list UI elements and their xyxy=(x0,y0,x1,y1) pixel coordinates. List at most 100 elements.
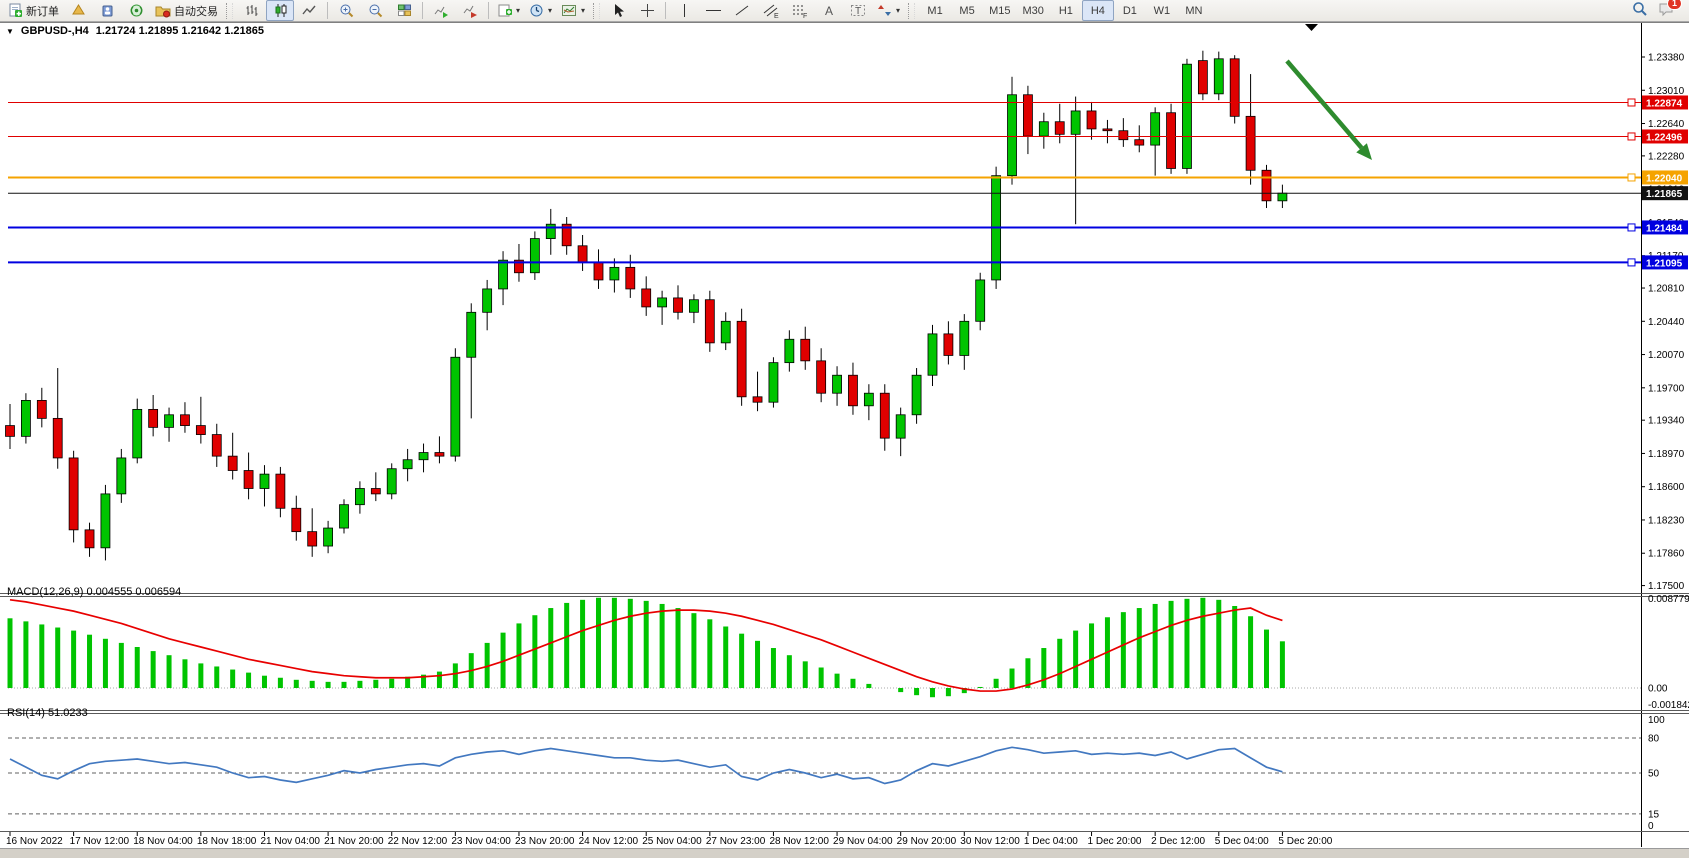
macd-axis-label: -0.001842 xyxy=(1648,700,1689,711)
macd-histogram-bar xyxy=(771,648,776,688)
trendline-button[interactable] xyxy=(728,0,756,21)
macd-histogram-bar xyxy=(389,679,394,688)
arrows-button[interactable]: ▾ xyxy=(873,0,904,21)
candle-body xyxy=(1262,170,1271,201)
trend-arrow[interactable] xyxy=(1287,61,1362,148)
chart-shift-button[interactable] xyxy=(456,0,484,21)
zoom-out-button[interactable] xyxy=(361,0,389,21)
text-button[interactable]: A xyxy=(815,0,843,21)
macd-histogram-bar xyxy=(1264,630,1269,688)
macd-histogram-bar xyxy=(819,667,824,688)
candle-body xyxy=(801,339,810,361)
time-label: 18 Nov 18:00 xyxy=(197,836,257,847)
timeframe-h4-button[interactable]: H4 xyxy=(1082,0,1114,21)
candle-body xyxy=(737,321,746,397)
line-handle[interactable] xyxy=(1628,99,1635,106)
candle-body xyxy=(451,357,460,456)
tile-windows-button[interactable] xyxy=(390,0,418,21)
zoom-in-button[interactable] xyxy=(332,0,360,21)
candle-body xyxy=(165,415,174,428)
line-handle[interactable] xyxy=(1628,259,1635,266)
auto-scroll-icon xyxy=(434,3,449,18)
candle-body xyxy=(371,488,380,493)
candle-body xyxy=(499,260,508,289)
macd-histogram-bar xyxy=(8,618,13,688)
bar-chart-button[interactable] xyxy=(237,0,265,21)
chart-shift-icon xyxy=(463,3,478,18)
indicators-button[interactable]: ▾ xyxy=(493,0,524,21)
timeframe-mn-button[interactable]: MN xyxy=(1178,0,1210,21)
vertical-line-button[interactable] xyxy=(670,0,698,21)
macd-histogram-bar xyxy=(564,603,569,688)
text-label-button[interactable]: T xyxy=(844,0,872,21)
candle-body xyxy=(435,453,444,457)
candle-body xyxy=(419,453,428,460)
auto-scroll-button[interactable] xyxy=(427,0,455,21)
macd-histogram-bar xyxy=(1169,601,1174,688)
macd-axis-label: 0.00 xyxy=(1648,684,1668,695)
macd-histogram-bar xyxy=(1073,631,1078,688)
periods-button[interactable]: ▾ xyxy=(525,0,556,21)
macd-histogram-bar xyxy=(612,598,617,688)
search-icon[interactable] xyxy=(1632,1,1648,20)
macd-histogram-bar xyxy=(103,639,108,688)
rsi-axis-label: 15 xyxy=(1648,809,1660,820)
candle-body xyxy=(467,312,476,357)
new-order-button[interactable]: 新订单 xyxy=(4,0,63,21)
timeframe-m1-button[interactable]: M1 xyxy=(919,0,951,21)
chart-canvas[interactable]: 1.233801.230101.226401.222801.219101.215… xyxy=(0,22,1689,858)
price-tick-label: 1.20810 xyxy=(1648,284,1685,295)
macd-histogram-bar xyxy=(342,682,347,688)
chat-button[interactable]: 1 xyxy=(1658,1,1675,20)
templates-button[interactable]: ▾ xyxy=(557,0,589,21)
line-handle[interactable] xyxy=(1628,174,1635,181)
macd-histogram-bar xyxy=(914,688,919,695)
candle-body xyxy=(658,298,667,307)
macd-histogram-bar xyxy=(373,680,378,688)
fibonacci-button[interactable]: F xyxy=(786,0,814,21)
timeframe-d1-button[interactable]: D1 xyxy=(1114,0,1146,21)
profiles-button[interactable] xyxy=(93,0,121,21)
line-handle[interactable] xyxy=(1628,224,1635,231)
signals-button[interactable] xyxy=(122,0,150,21)
candle-body xyxy=(944,334,953,356)
gold-button[interactable] xyxy=(64,0,92,21)
timeframe-w1-button[interactable]: W1 xyxy=(1146,0,1178,21)
line-chart-button[interactable] xyxy=(295,0,323,21)
macd-axis-label: 0.008779 xyxy=(1648,594,1689,605)
candle-body xyxy=(1023,95,1032,136)
timeframe-m30-button[interactable]: M30 xyxy=(1016,0,1049,21)
cursor-button[interactable] xyxy=(604,0,632,21)
collapse-arrow-icon[interactable]: ▼ xyxy=(6,27,14,36)
time-label: 30 Nov 12:00 xyxy=(960,836,1020,847)
channel-icon: E xyxy=(763,3,780,19)
autotrading-button[interactable]: 自动交易 xyxy=(151,0,222,21)
rsi-axis-label: 0 xyxy=(1648,821,1654,832)
candle-body xyxy=(85,530,94,548)
line-handle[interactable] xyxy=(1628,133,1635,140)
timeframe-h1-button[interactable]: H1 xyxy=(1050,0,1082,21)
macd-histogram-bar xyxy=(978,687,983,688)
candle-body xyxy=(1214,59,1223,94)
crosshair-button[interactable] xyxy=(633,0,661,21)
horizontal-line-button[interactable] xyxy=(699,0,727,21)
notification-badge: 1 xyxy=(1667,0,1682,10)
vertical-line-icon xyxy=(679,3,690,18)
macd-histogram-bar xyxy=(596,598,601,688)
equidistant-channel-button[interactable]: E xyxy=(757,0,785,21)
horizontal-line-icon xyxy=(705,3,722,18)
candle-body xyxy=(244,471,253,489)
macd-histogram-bar xyxy=(326,682,331,688)
timeframe-m15-button[interactable]: M15 xyxy=(983,0,1016,21)
toolbar-grip xyxy=(226,3,233,19)
svg-text:A: A xyxy=(825,4,833,18)
macd-histogram-bar xyxy=(198,663,203,688)
candle-body xyxy=(626,267,635,289)
macd-histogram-bar xyxy=(23,621,28,688)
timeframe-m5-button[interactable]: M5 xyxy=(951,0,983,21)
candle-body xyxy=(276,474,285,508)
candlestick-chart-button[interactable] xyxy=(266,0,294,21)
chart-ohlc-title: ▼ GBPUSD-,H4 1.21724 1.21895 1.21642 1.2… xyxy=(6,25,264,37)
time-label: 25 Nov 04:00 xyxy=(642,836,702,847)
rsi-axis-label: 100 xyxy=(1648,715,1665,726)
